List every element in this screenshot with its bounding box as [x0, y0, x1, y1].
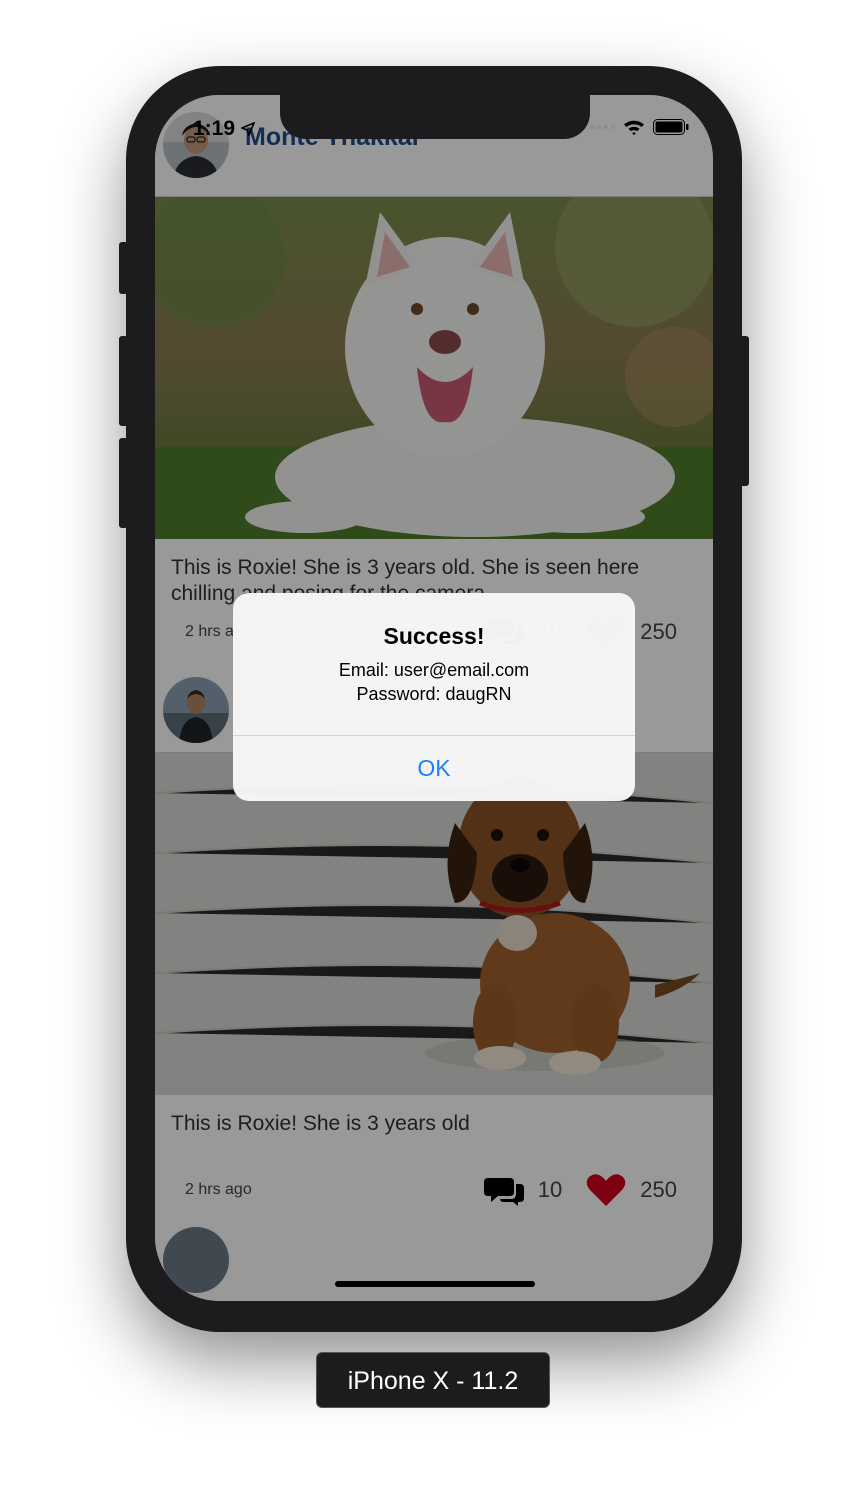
alert-password: Password: daugRN: [356, 684, 512, 704]
battery-icon: [653, 119, 689, 135]
status-time: 1:19: [193, 117, 256, 141]
success-alert: Success! Email: user@email.com Password:…: [233, 593, 635, 801]
simulator-stage: 1:19 Monte This is Roxie! She is 3 years…: [0, 0, 868, 1492]
home-indicator[interactable]: [335, 1281, 535, 1287]
alert-message: Email: user@email.com Password: daugRN: [233, 658, 635, 706]
device-label: iPhone X - 11.2: [316, 1352, 550, 1408]
alert-ok-button[interactable]: OK: [233, 736, 635, 801]
signal-icon: [590, 125, 615, 129]
volume-up-button: [119, 336, 128, 426]
volume-down-button: [119, 438, 128, 528]
power-button: [740, 336, 749, 486]
wifi-icon: [624, 120, 644, 135]
notch: [280, 95, 590, 139]
status-indicators: [590, 119, 689, 135]
alert-email: Email: user@email.com: [338, 660, 530, 680]
location-arrow-icon: [239, 121, 256, 138]
alert-title: Success!: [383, 623, 485, 649]
phone-screen: 1:19 Monte This is Roxie! She is 3 years…: [155, 95, 713, 1301]
mute-switch: [119, 242, 128, 294]
